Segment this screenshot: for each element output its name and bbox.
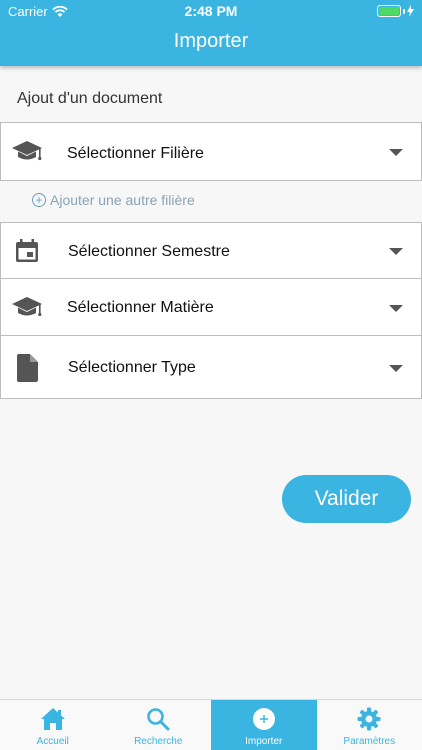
- page-title: Importer: [173, 30, 249, 52]
- tab-accueil[interactable]: Accueil: [0, 700, 106, 750]
- graduation-cap-icon: [11, 294, 43, 322]
- valider-button[interactable]: Valider: [282, 475, 411, 523]
- tab-parametres[interactable]: Paramètres: [317, 700, 422, 750]
- chevron-down-icon: [389, 248, 403, 255]
- chevron-down-icon: [389, 305, 403, 312]
- top-bar: Carrier 2:48 PM Importer: [0, 0, 422, 66]
- add-filiere-label: Ajouter une autre filière: [50, 192, 195, 208]
- calendar-icon: [11, 237, 43, 265]
- matiere-select[interactable]: Sélectionner Matière: [0, 278, 422, 336]
- tab-label: Importer: [245, 736, 283, 747]
- tab-importer[interactable]: Importer: [211, 700, 317, 750]
- tab-recherche[interactable]: Recherche: [106, 700, 212, 750]
- plus-circle-icon: +: [32, 193, 46, 207]
- tab-label: Paramètres: [343, 736, 396, 747]
- graduation-cap-icon: [11, 138, 43, 166]
- tab-label: Accueil: [36, 736, 69, 747]
- tab-label: Recherche: [134, 736, 183, 747]
- type-label: Sélectionner Type: [68, 359, 196, 376]
- semestre-label: Sélectionner Semestre: [68, 243, 230, 260]
- battery-icon: [377, 5, 414, 17]
- charging-icon: [407, 5, 414, 17]
- section-title: Ajout d'un document: [17, 90, 163, 107]
- add-filiere-link[interactable]: + Ajouter une autre filière: [32, 192, 195, 208]
- semestre-select[interactable]: Sélectionner Semestre: [0, 222, 422, 279]
- matiere-label: Sélectionner Matière: [67, 299, 214, 316]
- filiere-select[interactable]: Sélectionner Filière: [0, 122, 422, 181]
- gear-icon: [357, 706, 381, 732]
- chevron-down-icon: [389, 365, 403, 372]
- status-bar: Carrier 2:48 PM: [0, 0, 422, 22]
- type-select[interactable]: Sélectionner Type: [0, 335, 422, 399]
- home-icon: [40, 706, 66, 732]
- status-time: 2:48 PM: [184, 3, 238, 19]
- document-icon: [11, 354, 43, 382]
- tab-bar: Accueil Recherche Importer Paramètres: [0, 699, 422, 750]
- filiere-label: Sélectionner Filière: [67, 145, 204, 162]
- chevron-down-icon: [389, 149, 403, 156]
- plus-circle-icon: [252, 706, 276, 732]
- search-icon: [146, 706, 170, 732]
